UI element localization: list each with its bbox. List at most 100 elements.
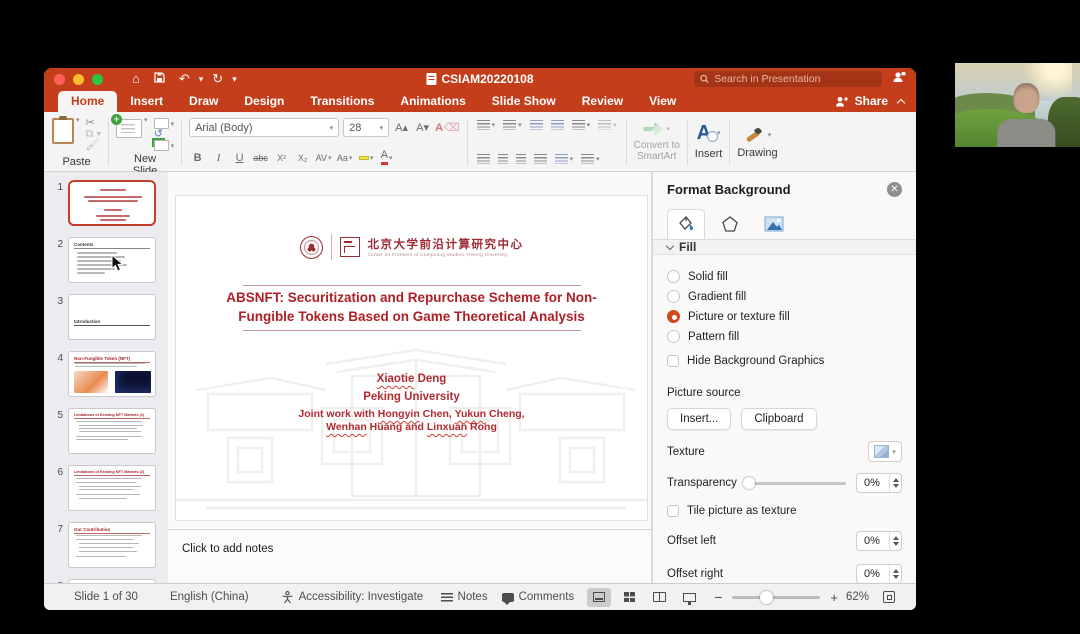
tab-review[interactable]: Review	[569, 91, 636, 112]
tile-picture-option[interactable]: Tile picture as texture	[667, 505, 902, 517]
picture-tab[interactable]	[755, 209, 793, 239]
convert-smartart-icon[interactable]	[643, 122, 663, 136]
thumbnail-slide-7[interactable]: 7 Our Contribution	[44, 522, 168, 568]
pattern-fill-option[interactable]: Pattern fill	[667, 330, 902, 343]
tab-slide-show[interactable]: Slide Show	[479, 91, 569, 112]
clipboard-button[interactable]: Clipboard	[741, 408, 816, 430]
account-presence-icon[interactable]	[892, 70, 906, 88]
font-size-combo[interactable]: 28 ▾	[343, 118, 389, 137]
radio-icon[interactable]	[667, 330, 680, 343]
stepper-icon[interactable]	[889, 474, 901, 492]
thumbnail-preview[interactable]	[68, 579, 156, 583]
add-section-icon[interactable]	[154, 140, 169, 151]
offset-right-spinbox[interactable]: 0%	[856, 564, 902, 583]
radio-icon[interactable]	[667, 290, 680, 303]
fill-section-header[interactable]: Fill	[653, 240, 916, 255]
clear-formatting-button[interactable]: A⌫	[435, 119, 460, 136]
slide-joint-work-line1[interactable]: Joint work with Hongyin Chen, Yukun Chen…	[176, 408, 647, 420]
new-slide-dropdown-icon[interactable]: ▾	[144, 116, 148, 124]
radio-icon[interactable]	[667, 270, 680, 283]
highlight-color-button[interactable]: ▾	[357, 149, 374, 166]
customize-toolbar-icon[interactable]: ▾	[232, 68, 237, 90]
tab-insert[interactable]: Insert	[117, 91, 176, 112]
picture-texture-fill-option[interactable]: Picture or texture fill	[667, 310, 902, 323]
drawing-label[interactable]: Drawing	[737, 147, 777, 159]
format-painter-icon[interactable]: 🖌	[86, 140, 102, 151]
font-name-combo[interactable]: Arial (Body) ▾	[189, 118, 339, 137]
thumbnail-slide-5[interactable]: 5 Limitations of Existing NFT Markets (1…	[44, 408, 168, 454]
stepper-icon[interactable]	[889, 565, 901, 583]
reading-view-button[interactable]	[647, 588, 671, 607]
thumbnail-preview[interactable]: Limitations of Existing NFT Markets (2)	[68, 465, 156, 511]
line-spacing-button[interactable]: ▾	[570, 118, 593, 132]
offset-left-spinbox[interactable]: 0%	[856, 531, 902, 551]
text-direction-button[interactable]: ▾	[553, 152, 576, 166]
undo-dropdown-icon[interactable]: ▾	[199, 68, 204, 90]
slide-layout-icon[interactable]	[154, 118, 169, 129]
stepper-icon[interactable]	[889, 532, 901, 550]
slide-sorter-view-button[interactable]	[617, 588, 641, 607]
insert-text-icon[interactable]: A	[697, 123, 711, 143]
thumbnail-slide-4[interactable]: 4 Non-Fungible Token (NFT)	[44, 351, 168, 397]
slide-counter[interactable]: Slide 1 of 30	[74, 591, 138, 603]
close-window-button[interactable]	[54, 74, 65, 85]
slide-canvas[interactable]: 北京大学前沿计算研究中心 Center on Frontiers of Comp…	[176, 196, 647, 520]
subscript-button[interactable]: X₂	[294, 149, 311, 166]
radio-selected-icon[interactable]	[667, 310, 680, 323]
paste-label[interactable]: Paste	[62, 156, 90, 168]
thumbnail-preview[interactable]: Contents	[68, 237, 156, 283]
align-left-button[interactable]	[475, 152, 492, 166]
thumbnail-preview[interactable]: Introduction	[68, 294, 156, 340]
align-text-button[interactable]: ▾	[579, 152, 602, 166]
zoom-knob[interactable]	[760, 591, 773, 604]
strikethrough-button[interactable]: abc	[252, 149, 269, 166]
redo-icon[interactable]: ↻	[212, 68, 223, 90]
insert-picture-button[interactable]: Insert...	[667, 408, 731, 430]
align-center-button[interactable]	[496, 152, 510, 166]
change-case-button[interactable]: Aa▾	[336, 149, 353, 166]
tab-view[interactable]: View	[636, 91, 689, 112]
increase-indent-button[interactable]	[549, 118, 566, 132]
drawing-brush-icon[interactable]	[744, 125, 764, 145]
undo-icon[interactable]: ↶	[179, 68, 190, 90]
checkbox-icon[interactable]	[667, 505, 679, 517]
slide-author[interactable]: Xiaotie Deng	[176, 373, 647, 385]
thumbnail-slide-3[interactable]: 3 Introduction	[44, 294, 168, 340]
checkbox-icon[interactable]	[667, 355, 679, 367]
transparency-spinbox[interactable]: 0%	[856, 473, 902, 493]
fit-slide-button[interactable]	[877, 588, 901, 607]
share-button[interactable]: Share	[835, 94, 904, 112]
thumbnail-preview[interactable]	[68, 180, 156, 226]
align-right-button[interactable]	[514, 152, 528, 166]
tab-animations[interactable]: Animations	[387, 91, 478, 112]
search-box[interactable]	[694, 71, 882, 87]
zoom-window-button[interactable]	[92, 74, 103, 85]
collapse-ribbon-icon[interactable]	[897, 98, 905, 106]
italic-button[interactable]: I	[210, 149, 227, 166]
bullets-button[interactable]: ▾	[475, 118, 498, 132]
thumbnail-slide-1[interactable]: 1	[44, 180, 168, 226]
slide-joint-work-line2[interactable]: Wenhan Huang and Linxuan Rong	[176, 421, 647, 433]
notes-area[interactable]: Click to add notes	[168, 529, 651, 583]
thumbnail-slide-2[interactable]: 2 Contents	[44, 237, 168, 283]
paste-icon[interactable]	[52, 118, 74, 144]
new-slide-icon[interactable]: +	[116, 119, 142, 138]
slider-knob[interactable]	[743, 477, 755, 489]
thumbnail-preview[interactable]: Limitations of Existing NFT Markets (1)	[68, 408, 156, 454]
thumbnail-preview[interactable]: Non-Fungible Token (NFT)	[68, 351, 156, 397]
grow-font-button[interactable]: A▴	[393, 119, 410, 136]
panel-close-icon[interactable]: ✕	[887, 182, 902, 197]
zoom-slider[interactable]	[732, 596, 820, 599]
notes-toggle[interactable]: Notes	[441, 591, 488, 603]
thumbnail-slide-6[interactable]: 6 Limitations of Existing NFT Markets (2…	[44, 465, 168, 511]
bold-button[interactable]: B	[189, 149, 206, 166]
insert-label[interactable]: Insert	[695, 148, 723, 160]
normal-view-button[interactable]	[587, 588, 611, 607]
thumbnail-preview[interactable]: Our Contribution	[68, 522, 156, 568]
character-spacing-button[interactable]: AV▾	[315, 149, 332, 166]
numbering-button[interactable]: ▾	[501, 118, 524, 132]
solid-fill-option[interactable]: Solid fill	[667, 270, 902, 283]
superscript-button[interactable]: X²	[273, 149, 290, 166]
convert-smartart-label[interactable]: Convert toSmartArt	[634, 140, 680, 162]
accessibility-status[interactable]: Accessibility: Investigate	[281, 591, 424, 604]
